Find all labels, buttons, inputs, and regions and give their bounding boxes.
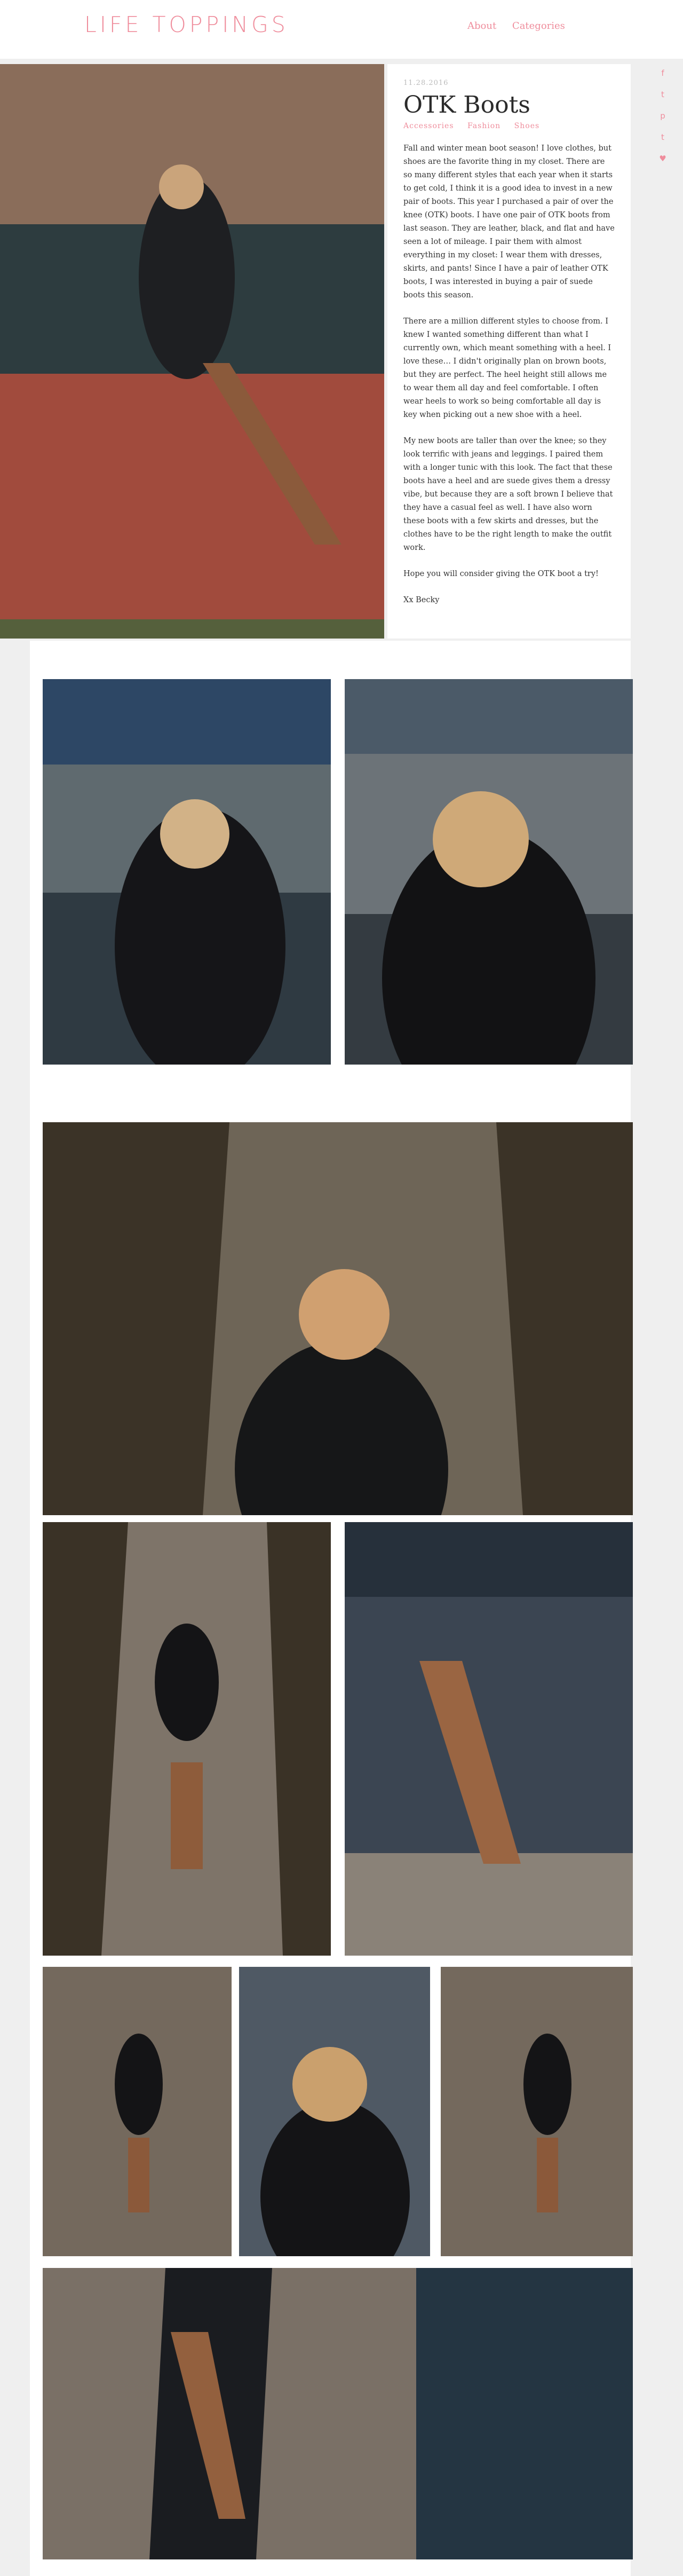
- hero-photo: [0, 64, 384, 639]
- post-body: Fall and winter mean boot season! I love…: [403, 142, 615, 607]
- twitter-icon[interactable]: t: [657, 90, 668, 100]
- post-paragraph: Fall and winter mean boot season! I love…: [403, 144, 615, 300]
- gallery-photo: [239, 1967, 430, 2256]
- gallery-photo: [43, 1122, 633, 1515]
- post-date: 11.28.2016: [403, 79, 449, 87]
- gallery-photo: [43, 1522, 331, 1956]
- tag-accessories[interactable]: Accessories: [403, 122, 454, 130]
- post-title: OTK Boots: [403, 91, 530, 119]
- post-paragraph: Hope you will consider giving the OTK bo…: [403, 570, 599, 578]
- social-bar: f t p t ♥: [657, 68, 668, 175]
- gallery-photo: [441, 1967, 633, 2256]
- nav-about[interactable]: About: [467, 20, 496, 31]
- post-tags: Accessories Fashion Shoes: [403, 122, 615, 130]
- gallery-photo: [43, 679, 331, 1065]
- pinterest-icon[interactable]: p: [657, 111, 668, 122]
- post-paragraph: My new boots are taller than over the kn…: [403, 437, 613, 552]
- site-logo[interactable]: LIFE TOPPINGS: [84, 12, 289, 37]
- main-nav: About Categories: [467, 20, 578, 31]
- post-signoff: Xx Becky: [403, 596, 440, 604]
- gallery-photo: [43, 1967, 232, 2256]
- gallery-photo: [345, 1522, 633, 1956]
- post-card: 11.28.2016 OTK Boots Accessories Fashion…: [387, 64, 631, 639]
- site-header: LIFE TOPPINGS About Categories: [0, 0, 683, 59]
- tumblr-icon[interactable]: t: [657, 132, 668, 143]
- tag-fashion[interactable]: Fashion: [467, 122, 501, 130]
- gallery-photo: [43, 2268, 633, 2559]
- bloglovin-heart-icon[interactable]: ♥: [657, 154, 668, 164]
- post-paragraph: There are a million different styles to …: [403, 317, 611, 419]
- facebook-icon[interactable]: f: [657, 68, 668, 79]
- nav-categories[interactable]: Categories: [512, 20, 565, 31]
- gallery-photo: [345, 679, 633, 1065]
- tag-shoes[interactable]: Shoes: [514, 122, 540, 130]
